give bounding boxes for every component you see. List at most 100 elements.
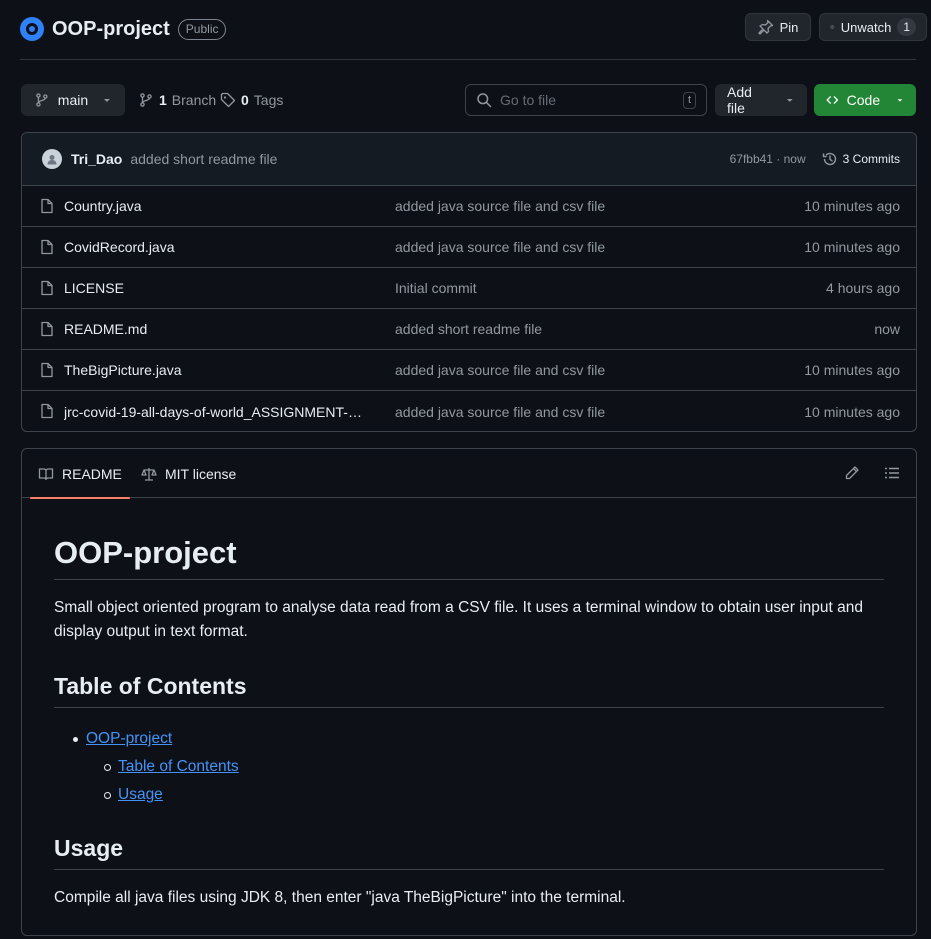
usage-text: Compile all java files using JDK 8, then… bbox=[54, 889, 626, 906]
file-row[interactable]: LICENSE Initial commit 4 hours ago bbox=[22, 268, 916, 309]
branch-bar: main 1 Branch 0 Tags Go to file t Add fi… bbox=[21, 84, 916, 116]
toc-link-root[interactable]: OOP-project bbox=[86, 730, 172, 747]
tag-icon bbox=[220, 92, 236, 108]
file-icon bbox=[41, 198, 53, 214]
readme-panel: README MIT license OOP-project Small obj… bbox=[21, 448, 917, 936]
branch-selector[interactable]: main bbox=[21, 84, 125, 116]
code-icon bbox=[826, 96, 839, 104]
file-name[interactable]: jrc-covid-19-all-days-of-world_ASSIGNMEN… bbox=[64, 404, 364, 420]
tab-license[interactable]: MIT license bbox=[141, 449, 236, 498]
file-commit-message[interactable]: added short readme file bbox=[395, 321, 542, 337]
tab-readme[interactable]: README bbox=[30, 449, 130, 499]
commit-author[interactable]: Tri_Dao bbox=[71, 151, 122, 167]
file-row[interactable]: jrc-covid-19-all-days-of-world_ASSIGNMEN… bbox=[22, 391, 916, 431]
toc-item: OOP-project bbox=[73, 725, 884, 753]
toc-list: OOP-project Table of Contents Usage bbox=[54, 725, 884, 809]
law-icon bbox=[141, 467, 157, 481]
file-name[interactable]: CovidRecord.java bbox=[64, 239, 175, 255]
search-icon bbox=[477, 93, 492, 108]
toc-link-usage[interactable]: Usage bbox=[118, 786, 163, 803]
caret-down-icon bbox=[787, 99, 794, 102]
repo-avatar-icon[interactable] bbox=[20, 17, 44, 41]
list-icon[interactable] bbox=[884, 465, 900, 481]
readme-intro: Small object oriented program to analyse… bbox=[54, 599, 864, 640]
repo-name[interactable]: OOP-project bbox=[52, 18, 170, 41]
header-actions: Pin Unwatch 1 bbox=[745, 13, 931, 41]
file-commit-time: now bbox=[874, 321, 900, 337]
branch-icon bbox=[36, 93, 48, 107]
file-icon bbox=[41, 403, 53, 419]
tags-link[interactable]: 0 Tags bbox=[220, 84, 283, 116]
history-icon bbox=[822, 152, 836, 166]
file-commit-time: 10 minutes ago bbox=[804, 198, 900, 214]
go-to-file-placeholder: Go to file bbox=[500, 92, 557, 108]
code-label: Code bbox=[846, 92, 881, 108]
branch-count-label: Branch bbox=[171, 92, 217, 108]
header-divider bbox=[20, 59, 916, 60]
file-row[interactable]: CovidRecord.java added java source file … bbox=[22, 227, 916, 268]
branches-link[interactable]: 1 Branch bbox=[138, 84, 216, 116]
branch-name: main bbox=[57, 92, 89, 108]
file-row[interactable]: Country.java added java source file and … bbox=[22, 186, 916, 227]
go-to-file-input[interactable]: Go to file t bbox=[465, 84, 707, 116]
file-commit-message[interactable]: added java source file and csv file bbox=[395, 239, 605, 255]
file-icon bbox=[41, 321, 53, 337]
file-commit-message[interactable]: added java source file and csv file bbox=[395, 198, 605, 214]
code-button[interactable]: Code bbox=[814, 84, 916, 116]
commits-link[interactable]: 3 Commits bbox=[822, 151, 900, 167]
latest-commit-row: Tri_Dao added short readme file 67fbb41 … bbox=[22, 133, 916, 186]
file-icon bbox=[41, 362, 53, 378]
watch-count: 1 bbox=[897, 18, 916, 36]
toc-item: Usage bbox=[86, 781, 884, 809]
toc-item: Table of Contents bbox=[86, 753, 884, 781]
add-file-label: Add file bbox=[727, 84, 752, 116]
tab-readme-label: README bbox=[62, 465, 122, 482]
caret-down-icon bbox=[104, 99, 111, 102]
file-commit-time: 10 minutes ago bbox=[804, 403, 900, 420]
commit-meta: 67fbb41 · now 3 Commits bbox=[730, 151, 900, 167]
tab-license-label: MIT license bbox=[165, 465, 237, 482]
file-name[interactable]: LICENSE bbox=[64, 280, 124, 296]
file-row[interactable]: README.md added short readme file now bbox=[22, 309, 916, 350]
branch-icon bbox=[140, 93, 152, 107]
file-row[interactable]: TheBigPicture.java added java source fil… bbox=[22, 350, 916, 391]
branch-count: 1 bbox=[159, 92, 167, 108]
caret-down-icon bbox=[897, 99, 903, 102]
file-commit-message[interactable]: added java source file and csv file bbox=[395, 404, 605, 420]
shortcut-hint: t bbox=[682, 91, 696, 109]
file-icon bbox=[41, 239, 53, 255]
commit-sha-time[interactable]: 67fbb41 · now bbox=[730, 152, 806, 166]
readme-tabs: README MIT license bbox=[22, 449, 916, 499]
readme-content: OOP-project Small object oriented progra… bbox=[22, 534, 916, 910]
book-icon bbox=[38, 467, 54, 480]
file-commit-time: 10 minutes ago bbox=[804, 362, 900, 378]
toc-link-toc[interactable]: Table of Contents bbox=[118, 758, 239, 775]
file-table: Tri_Dao added short readme file 67fbb41 … bbox=[21, 132, 917, 432]
usage-heading: Usage bbox=[54, 833, 884, 870]
unwatch-button[interactable]: Unwatch 1 bbox=[819, 13, 927, 41]
visibility-badge: Public bbox=[177, 18, 227, 40]
pencil-icon[interactable] bbox=[844, 465, 860, 481]
file-commit-time: 4 hours ago bbox=[826, 280, 900, 296]
unwatch-label: Unwatch bbox=[840, 19, 892, 35]
author-avatar[interactable] bbox=[42, 149, 62, 169]
tag-count-label: Tags bbox=[253, 92, 284, 108]
repo-header: OOP-project Public bbox=[20, 14, 227, 44]
commits-count: 3 Commits bbox=[842, 152, 900, 166]
file-name[interactable]: Country.java bbox=[64, 198, 142, 214]
pin-icon bbox=[757, 19, 773, 35]
file-commit-message[interactable]: Initial commit bbox=[395, 280, 477, 296]
pin-button[interactable]: Pin bbox=[745, 13, 811, 41]
file-name[interactable]: TheBigPicture.java bbox=[64, 362, 182, 378]
pin-label: Pin bbox=[779, 19, 799, 35]
tag-count: 0 bbox=[241, 92, 249, 108]
eye-icon bbox=[830, 25, 835, 29]
readme-title: OOP-project bbox=[54, 534, 884, 580]
file-commit-message[interactable]: added java source file and csv file bbox=[395, 362, 605, 378]
file-name[interactable]: README.md bbox=[64, 321, 147, 337]
file-icon bbox=[41, 280, 53, 296]
file-commit-time: 10 minutes ago bbox=[804, 239, 900, 255]
add-file-button[interactable]: Add file bbox=[715, 84, 807, 116]
commit-message[interactable]: added short readme file bbox=[130, 151, 277, 167]
readme-tools bbox=[844, 465, 900, 481]
